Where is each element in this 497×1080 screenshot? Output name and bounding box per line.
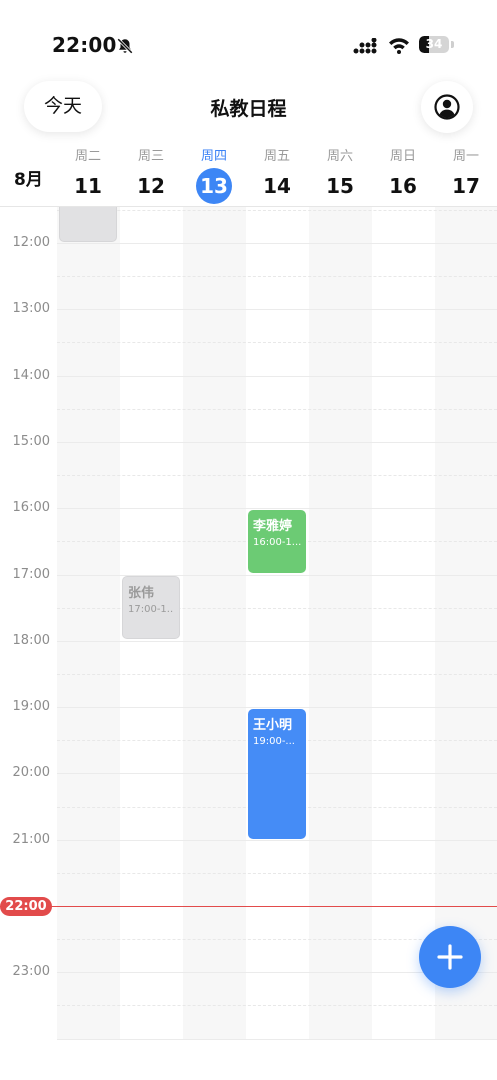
day-number: 14 <box>263 174 291 198</box>
hour-label: 20:00 <box>12 765 50 780</box>
hour-gridline <box>57 575 497 576</box>
event-time: 16:00-1... <box>253 537 301 548</box>
hour-gridline <box>57 309 497 310</box>
half-hour-gridline <box>57 674 497 675</box>
weekday-label: 周四 <box>200 149 227 164</box>
hour-label: 16:00 <box>12 500 50 515</box>
day-column-6[interactable]: 周一 17 <box>435 148 497 204</box>
hour-gridline <box>57 840 497 841</box>
signal-icon <box>353 38 377 54</box>
selected-day-number: 13 <box>196 168 232 204</box>
day-number: 17 <box>452 174 480 198</box>
day-column-shade <box>309 207 372 1040</box>
half-hour-gridline <box>57 210 497 211</box>
current-time-line <box>0 906 497 907</box>
hour-gridline <box>57 707 497 708</box>
plus-icon <box>437 944 463 970</box>
schedule-grid[interactable]: 12:00 13:00 14:00 15:00 16:00 17:00 18:00 19:00… <box>0 207 497 1040</box>
battery-nub <box>451 41 454 48</box>
half-hour-gridline <box>57 475 497 476</box>
day-column-shade <box>435 207 497 1040</box>
hour-label: 23:00 <box>12 964 50 979</box>
event-name: 王小明 <box>253 718 293 733</box>
day-number: 15 <box>326 174 354 198</box>
day-column-1[interactable]: 周三 12 <box>120 148 182 204</box>
event-time: 17:00-1... <box>128 604 174 615</box>
add-event-button[interactable] <box>419 926 481 988</box>
hour-label: 15:00 <box>12 434 50 449</box>
hour-gridline <box>57 508 497 509</box>
battery-level: 34 <box>425 37 443 51</box>
event-block[interactable]: 张伟 17:00-1... <box>122 576 180 639</box>
hour-label: 12:00 <box>12 235 50 250</box>
hour-label: 18:00 <box>12 633 50 648</box>
day-number: 16 <box>389 174 417 198</box>
hour-label: 21:00 <box>12 832 50 847</box>
event-name: 李雅婷 <box>253 519 293 534</box>
day-number: 11 <box>74 174 102 198</box>
weekday-label: 周三 <box>137 149 164 164</box>
half-hour-gridline <box>57 409 497 410</box>
day-column-shade <box>183 207 246 1040</box>
day-column-2[interactable]: 周四 13 <box>183 148 245 204</box>
day-column-3[interactable]: 周五 14 <box>246 148 308 204</box>
hour-gridline <box>57 1039 497 1040</box>
hour-label: 19:00 <box>12 699 50 714</box>
day-column-4[interactable]: 周六 15 <box>309 148 371 204</box>
hour-gridline <box>57 442 497 443</box>
hour-gridline <box>57 376 497 377</box>
event-block[interactable]: 11:00-1... <box>59 207 117 242</box>
half-hour-gridline <box>57 1005 497 1006</box>
day-column-shade <box>57 207 120 1040</box>
day-number: 12 <box>137 174 165 198</box>
day-column-0[interactable]: 周二 11 <box>57 148 119 204</box>
weekday-label: 周六 <box>326 149 353 164</box>
half-hour-gridline <box>57 342 497 343</box>
hour-label: 13:00 <box>12 301 50 316</box>
weekday-label: 周日 <box>389 149 416 164</box>
event-block[interactable]: 李雅婷 16:00-1... <box>248 510 306 573</box>
event-time: 19:00-... <box>253 736 295 747</box>
wifi-icon <box>389 38 409 54</box>
current-time-badge: 22:00 <box>0 897 52 916</box>
user-circle-icon <box>434 94 460 120</box>
half-hour-gridline <box>57 276 497 277</box>
hour-label: 17:00 <box>12 567 50 582</box>
status-bar: 22:00 34 <box>0 0 497 70</box>
weekday-label: 周二 <box>74 149 101 164</box>
day-column-5[interactable]: 周日 16 <box>372 148 434 204</box>
battery-icon: 34 <box>419 36 449 53</box>
status-time: 22:00 <box>52 33 117 57</box>
event-name: 张伟 <box>128 586 155 601</box>
hour-label: 14:00 <box>12 368 50 383</box>
month-label: 8月 <box>14 170 43 190</box>
bell-slash-icon <box>117 38 133 54</box>
profile-button[interactable] <box>421 81 473 133</box>
hour-gridline <box>57 243 497 244</box>
half-hour-gridline <box>57 873 497 874</box>
event-block[interactable]: 王小明 19:00-... <box>248 709 306 839</box>
weekday-label: 周五 <box>263 149 290 164</box>
hour-gridline <box>57 641 497 642</box>
weekday-label: 周一 <box>452 149 479 164</box>
